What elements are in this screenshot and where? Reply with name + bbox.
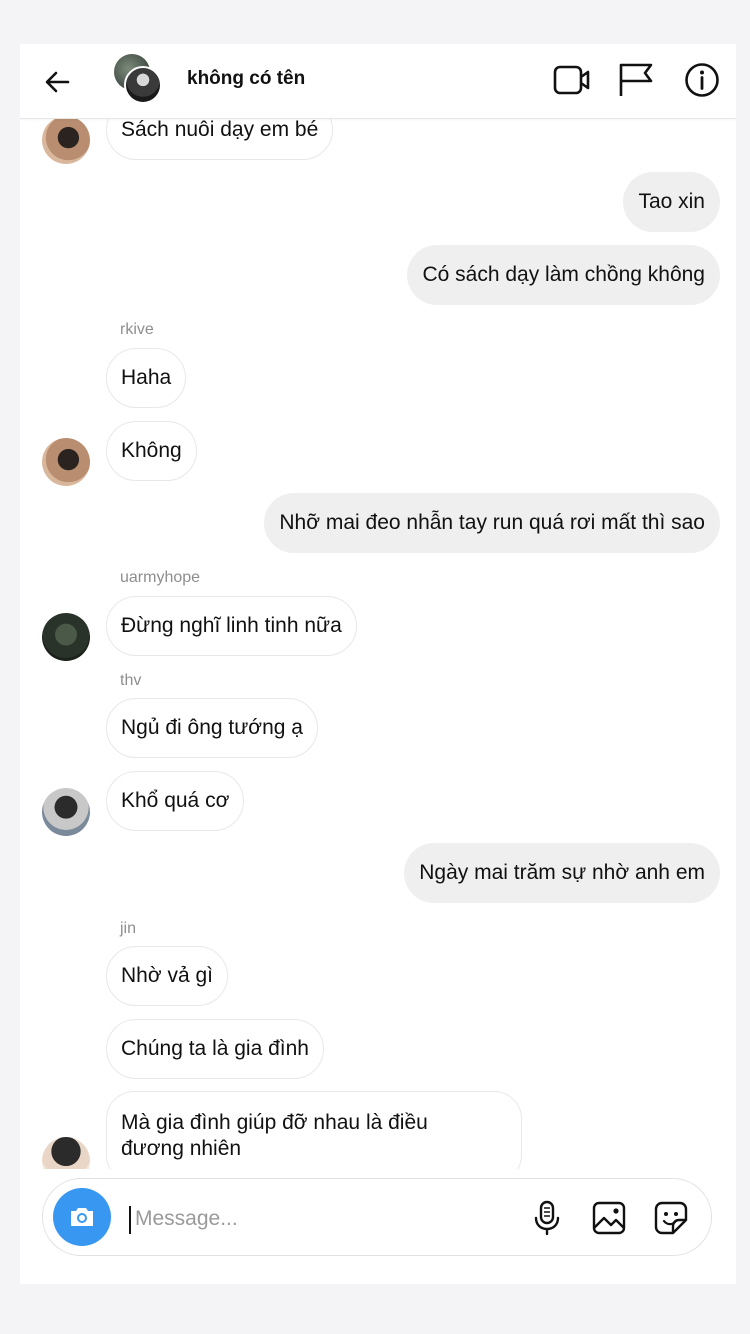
message-bubble-incoming[interactable]: Haha	[106, 348, 187, 408]
message-bubble-outgoing[interactable]: Có sách dạy làm chồng không	[407, 245, 720, 305]
message-list[interactable]: Sách nuôi dạy em bé Tao xin Có sách dạy …	[20, 44, 736, 1169]
message-text: Sách nuôi dạy em bé	[121, 118, 319, 141]
back-arrow-icon	[45, 71, 70, 93]
microphone-icon	[534, 1200, 560, 1236]
message-text: Chúng ta là gia đình	[121, 1037, 309, 1060]
message-text: Ngày mai trăm sự nhờ anh em	[419, 861, 705, 884]
text-cursor	[129, 1206, 131, 1234]
video-call-button[interactable]	[552, 60, 592, 100]
flag-icon	[619, 63, 653, 96]
chat-screen: Sách nuôi dạy em bé Tao xin Có sách dạy …	[20, 44, 736, 1284]
group-avatar[interactable]	[114, 54, 164, 104]
message-text: Không	[121, 439, 182, 462]
info-button[interactable]	[682, 60, 722, 100]
message-bubble-incoming[interactable]: Khổ quá cơ	[106, 771, 245, 831]
gallery-button[interactable]	[589, 1198, 629, 1238]
sticker-button[interactable]	[651, 1198, 691, 1238]
avatar[interactable]	[42, 438, 90, 486]
camera-button[interactable]	[53, 1188, 111, 1246]
message-bubble-outgoing[interactable]: Nhỡ mai đeo nhẫn tay run quá rơi mất thì…	[264, 493, 720, 553]
camera-icon	[71, 1208, 93, 1226]
message-bubble-incoming[interactable]: Nhờ vả gì	[106, 946, 228, 1006]
message-bubble-incoming[interactable]: Ngủ đi ông tướng ạ	[106, 698, 318, 758]
message-bubble-incoming[interactable]: Mà gia đình giúp đỡ nhau là điều đương n…	[106, 1091, 522, 1169]
chat-header: không có tên	[20, 44, 736, 119]
report-button[interactable]	[616, 60, 656, 100]
message-text: Tao xin	[638, 190, 705, 213]
back-button[interactable]	[42, 66, 74, 98]
gallery-icon	[592, 1201, 626, 1235]
message-bubble-incoming[interactable]: Chúng ta là gia đình	[106, 1019, 324, 1079]
message-composer	[42, 1178, 712, 1256]
message-bubble-outgoing[interactable]: Ngày mai trăm sự nhờ anh em	[404, 843, 720, 903]
message-input[interactable]	[133, 1201, 437, 1237]
message-text: Có sách dạy làm chồng không	[422, 263, 705, 286]
sender-name: thv	[120, 672, 142, 689]
group-avatar-photo	[124, 66, 162, 104]
message-text: Khổ quá cơ	[121, 789, 230, 812]
voice-message-button[interactable]	[527, 1198, 567, 1238]
message-bubble-incoming[interactable]: Không	[106, 421, 197, 481]
sender-name: jin	[120, 920, 137, 937]
message-bubble-incoming[interactable]: Đừng nghĩ linh tinh nữa	[106, 596, 357, 656]
message-text: Haha	[121, 366, 172, 389]
video-call-icon	[553, 65, 590, 95]
message-text: Nhờ vả gì	[121, 964, 213, 987]
avatar[interactable]	[42, 116, 90, 164]
message-bubble-outgoing[interactable]: Tao xin	[623, 172, 720, 232]
message-text: Đừng nghĩ linh tinh nữa	[121, 614, 342, 637]
message-text: Nhỡ mai đeo nhẫn tay run quá rơi mất thì…	[279, 511, 705, 534]
sender-name: uarmyhope	[120, 569, 201, 586]
message-text: Mà gia đình giúp đỡ nhau là điều đương n…	[121, 1111, 428, 1160]
avatar[interactable]	[42, 613, 90, 661]
chat-title[interactable]: không có tên	[187, 68, 305, 90]
avatar[interactable]	[42, 1137, 90, 1169]
sender-name: rkive	[120, 321, 154, 338]
message-text: Ngủ đi ông tướng ạ	[121, 716, 303, 739]
avatar[interactable]	[42, 788, 90, 836]
sticker-icon	[654, 1201, 688, 1235]
info-icon	[685, 63, 719, 97]
